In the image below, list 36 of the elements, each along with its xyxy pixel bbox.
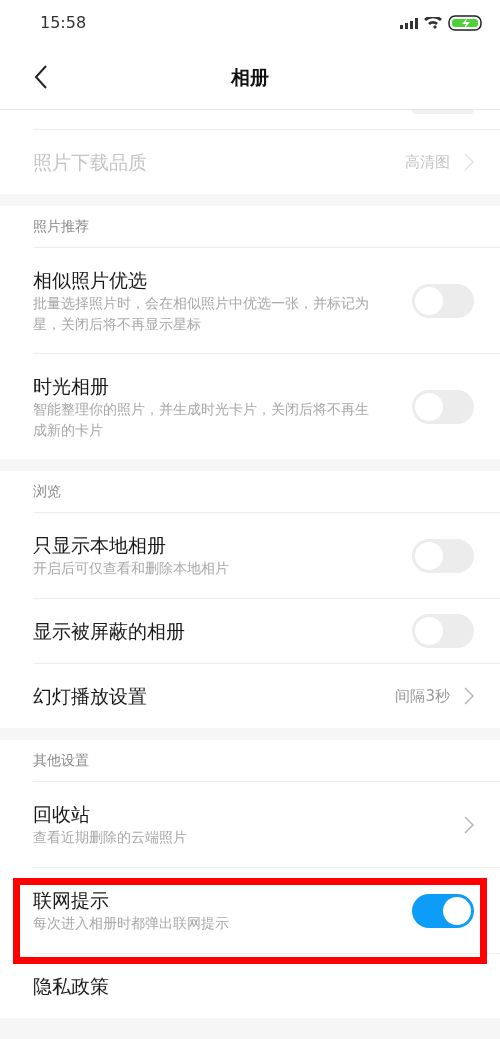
row-description: 开启后可仅查看和删除本地相片 — [33, 559, 230, 578]
row-title: 照片下载品质 — [33, 150, 148, 175]
section-heading: 照片推荐 — [33, 217, 89, 236]
page-title: 相册 — [231, 64, 269, 90]
row-value: 间隔3秒 — [395, 685, 450, 707]
settings-row[interactable]: 显示被屏蔽的相册 — [0, 599, 500, 664]
row-description: 智能整理你的照片，并生成时光卡片，关闭后将不再生成新的卡片 — [33, 399, 370, 440]
settings-row[interactable]: 幻灯播放设置 间隔3秒 — [0, 664, 500, 728]
row-title: 时光相册 — [33, 373, 110, 399]
status-time: 15:58 — [40, 11, 87, 34]
chevron-right-icon — [464, 815, 474, 834]
back-icon[interactable] — [34, 65, 48, 89]
row-description: 批量选择照片时，会在相似照片中优选一张，并标记为星，关闭后将不再显示星标 — [33, 293, 370, 334]
row-title: 隐私政策 — [33, 974, 110, 999]
row-title: 显示被屏蔽的相册 — [33, 619, 186, 644]
settings-row[interactable]: 隐私政策 — [0, 954, 500, 1018]
row-description: 每次进入相册时都弹出联网提示 — [33, 914, 230, 933]
signal-icon — [400, 16, 418, 29]
chevron-right-icon — [464, 687, 474, 705]
row-description: 查看近期删除的云端照片 — [33, 828, 188, 847]
row-value: 高清图 — [405, 151, 450, 173]
row-title: 回收站 — [33, 802, 91, 827]
section-heading: 其他设置 — [33, 751, 89, 770]
chevron-right-icon — [464, 153, 474, 171]
wifi-icon — [424, 16, 442, 29]
row-title: 幻灯播放设置 — [33, 684, 148, 709]
row-title: 联网提示 — [33, 888, 110, 913]
row-title: 只显示本地相册 — [33, 533, 167, 558]
settings-row[interactable]: 时光相册 智能整理你的照片，并生成时光卡片，关闭后将不再生成新的卡片 — [0, 354, 500, 459]
row-title: 相似照片优选 — [33, 267, 148, 293]
settings-row[interactable]: 回收站 查看近期删除的云端照片 — [0, 782, 500, 868]
toggle-switch[interactable] — [412, 893, 474, 928]
settings-row[interactable]: 相似照片优选 批量选择照片时，会在相似照片中优选一张，并标记为星，关闭后将不再显示星标 — [0, 248, 500, 354]
settings-row[interactable]: 只显示本地相册 开启后可仅查看和删除本地相片 — [0, 513, 500, 599]
battery-charging-icon — [448, 14, 482, 31]
section-heading: 浏览 — [33, 482, 61, 501]
